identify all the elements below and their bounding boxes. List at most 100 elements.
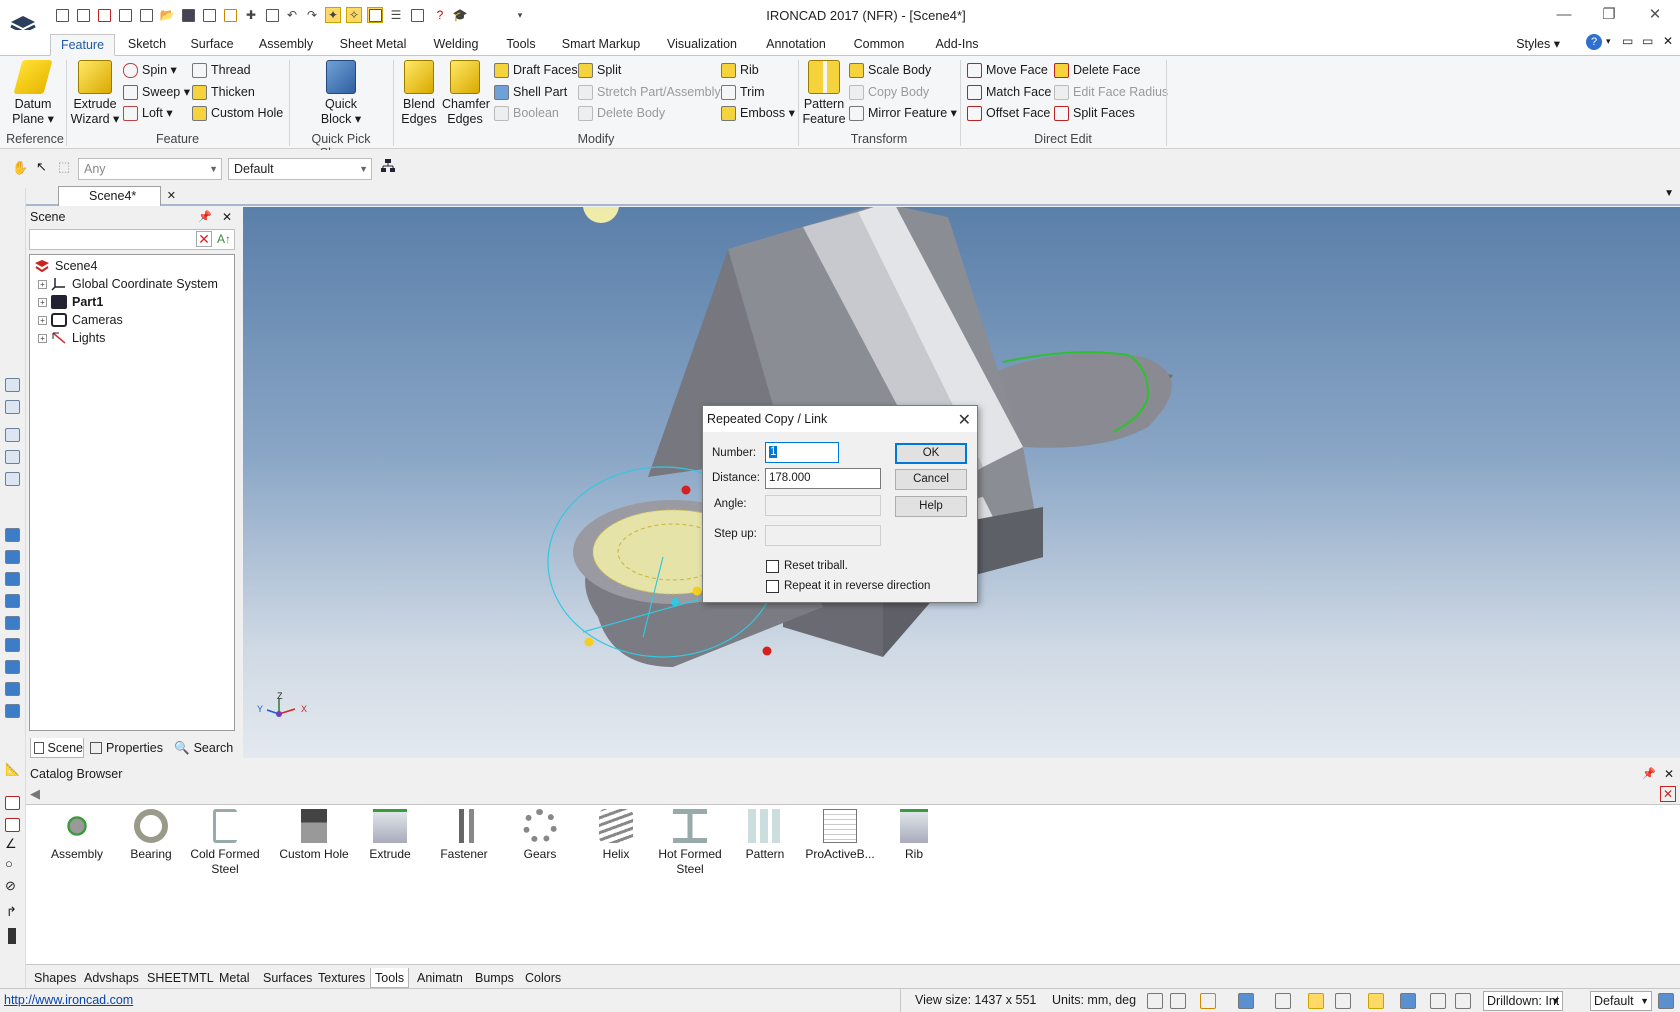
move-face-button[interactable]: Move Face	[967, 60, 1048, 80]
open-catalog-icon[interactable]	[138, 7, 154, 23]
triball-handle[interactable]	[692, 586, 702, 596]
list-icon[interactable]: ☰	[388, 7, 404, 23]
hierarchy-icon[interactable]	[380, 158, 396, 174]
no-entry-icon[interactable]: ⊘	[5, 878, 16, 894]
angle-icon[interactable]: ∠	[5, 836, 17, 852]
standard-view-icon[interactable]	[5, 660, 20, 674]
shading-icon[interactable]	[1368, 993, 1384, 1009]
catalog-tab-animatn[interactable]: Animatn	[413, 968, 467, 988]
split-faces-button[interactable]: Split Faces	[1054, 103, 1135, 123]
zoom-fit-icon[interactable]	[1147, 993, 1163, 1009]
catalog-tab-sheetmtl[interactable]: SHEETMTL	[143, 968, 218, 988]
tab-assembly[interactable]: Assembly	[255, 34, 317, 56]
catalog-item-proactiveb[interactable]: ProActiveB...	[801, 809, 879, 862]
tab-visualization[interactable]: Visualization	[664, 34, 740, 56]
measure-icon[interactable]: 📐	[5, 762, 20, 776]
tree-node-global-coordinate-system[interactable]: + Global Coordinate System	[30, 275, 234, 293]
view-tool-icon[interactable]	[5, 428, 20, 442]
custom-hole-button[interactable]: Custom Hole	[192, 103, 283, 123]
tree-node-part1[interactable]: + Part1	[30, 293, 234, 311]
tab-sketch[interactable]: Sketch	[122, 34, 172, 56]
sort-icon[interactable]: A↑	[216, 231, 232, 247]
standard-view-icon[interactable]	[5, 528, 20, 542]
mirror-feature-button[interactable]: Mirror Feature ▾	[849, 103, 957, 123]
ribbon-close-icon[interactable]: ✕	[1663, 34, 1673, 48]
back-arrow-icon[interactable]: ◀	[30, 786, 40, 802]
tab-tools[interactable]: Tools	[503, 34, 539, 56]
catalog-item-rib[interactable]: Rib	[875, 809, 953, 862]
triball-handle[interactable]	[584, 637, 594, 647]
ironcad-website-link[interactable]: http://www.ironcad.com	[4, 993, 133, 1007]
copy-icon[interactable]	[409, 7, 425, 23]
emboss-button[interactable]: Emboss ▾	[721, 103, 795, 123]
lighting-icon[interactable]	[1400, 993, 1416, 1009]
datum-plane-button[interactable]: Datum Plane ▾	[8, 60, 58, 127]
split-button[interactable]: Split	[578, 60, 621, 80]
tree-node-scene4[interactable]: Scene4	[30, 257, 234, 275]
trim-button[interactable]: Trim	[721, 82, 765, 102]
new-drawing-icon[interactable]	[96, 7, 112, 23]
view-tool-icon[interactable]	[5, 400, 20, 414]
document-tab-scene4[interactable]: Scene4* ✕	[58, 186, 176, 206]
close-button[interactable]: ✕	[1635, 4, 1675, 26]
quick-block-button[interactable]: Quick Block ▾	[318, 60, 364, 127]
expand-icon[interactable]: +	[38, 315, 47, 325]
tab-feature[interactable]: Feature	[50, 34, 115, 56]
pointer-mode-icon[interactable]	[1455, 993, 1471, 1009]
catalog-tab-colors[interactable]: Colors	[521, 968, 565, 988]
edit-face-radius-button[interactable]: Edit Face Radius	[1054, 82, 1168, 102]
extrude-wizard-button[interactable]: Extrude Wizard ▾	[70, 60, 120, 127]
step-up-input[interactable]	[765, 525, 881, 546]
catalog-item-extrude[interactable]: Extrude	[351, 809, 429, 862]
pattern-feature-button[interactable]: Pattern Feature	[802, 60, 846, 127]
loft-button[interactable]: Loft ▾	[123, 103, 173, 123]
pin-icon[interactable]: 📌	[1642, 763, 1656, 785]
save-icon[interactable]	[180, 7, 196, 23]
tab-properties[interactable]: Properties	[90, 738, 163, 758]
boolean-button[interactable]: Boolean	[494, 103, 559, 123]
tab-smart-markup[interactable]: Smart Markup	[560, 34, 642, 56]
ribbon-restore-icon[interactable]: ▭	[1642, 34, 1653, 48]
redo-icon[interactable]: ↷	[304, 7, 320, 23]
open-file-icon[interactable]: 📂	[159, 7, 175, 23]
triball-icon[interactable]: ✦	[325, 7, 341, 23]
stretch-part-button[interactable]: Stretch Part/Assembly	[578, 82, 721, 102]
standard-view-icon[interactable]	[5, 594, 20, 608]
new-scene-icon[interactable]	[75, 7, 91, 23]
undo-icon[interactable]: ↶	[284, 7, 300, 23]
tab-annotation[interactable]: Annotation	[761, 34, 831, 56]
render-icon[interactable]	[5, 796, 20, 810]
tab-scene[interactable]: Scene	[30, 738, 84, 758]
help-button[interactable]: Help	[895, 496, 967, 517]
standard-view-icon[interactable]	[5, 638, 20, 652]
render-mode-icon[interactable]	[1200, 993, 1216, 1009]
pointer-icon[interactable]: ↖	[36, 159, 47, 175]
view-tool-icon[interactable]	[5, 378, 20, 392]
catalog-tab-bumps[interactable]: Bumps	[471, 968, 518, 988]
offset-face-button[interactable]: Offset Face	[967, 103, 1050, 123]
catalog-close-icon[interactable]: ✕	[1660, 786, 1676, 802]
panel-close-icon[interactable]: ✕	[222, 206, 232, 228]
new-sheet-icon[interactable]	[117, 7, 133, 23]
tree-node-cameras[interactable]: + Cameras	[30, 311, 234, 329]
display-mode-icon[interactable]	[1335, 993, 1351, 1009]
document-tab-close-icon[interactable]: ✕	[167, 187, 176, 205]
standard-view-icon[interactable]	[5, 616, 20, 630]
dialog-close-icon[interactable]: ✕	[958, 408, 971, 434]
catalog-item-assembly[interactable]: Assembly	[38, 809, 116, 862]
ok-button[interactable]: OK	[895, 443, 967, 464]
pin-icon[interactable]: 📌	[198, 206, 212, 228]
circle-icon[interactable]: ○	[5, 856, 13, 871]
selection-filter-icon[interactable]	[1275, 993, 1291, 1009]
delete-body-button[interactable]: Delete Body	[578, 103, 665, 123]
scrollbar-handle-icon[interactable]	[8, 928, 16, 944]
render-icon[interactable]	[5, 818, 20, 832]
expand-icon[interactable]: +	[38, 279, 47, 289]
expand-icon[interactable]: +	[38, 297, 47, 307]
triball-handle-top[interactable]	[681, 485, 691, 495]
tutorial-icon[interactable]: 🎓	[452, 7, 468, 23]
drilldown-dropdown[interactable]: Drilldown: Int ▼	[1483, 991, 1563, 1011]
customize-quick-access-icon[interactable]: ▾	[512, 7, 528, 23]
import-icon[interactable]	[222, 7, 238, 23]
chamfer-edges-button[interactable]: Chamfer Edges	[442, 60, 490, 127]
